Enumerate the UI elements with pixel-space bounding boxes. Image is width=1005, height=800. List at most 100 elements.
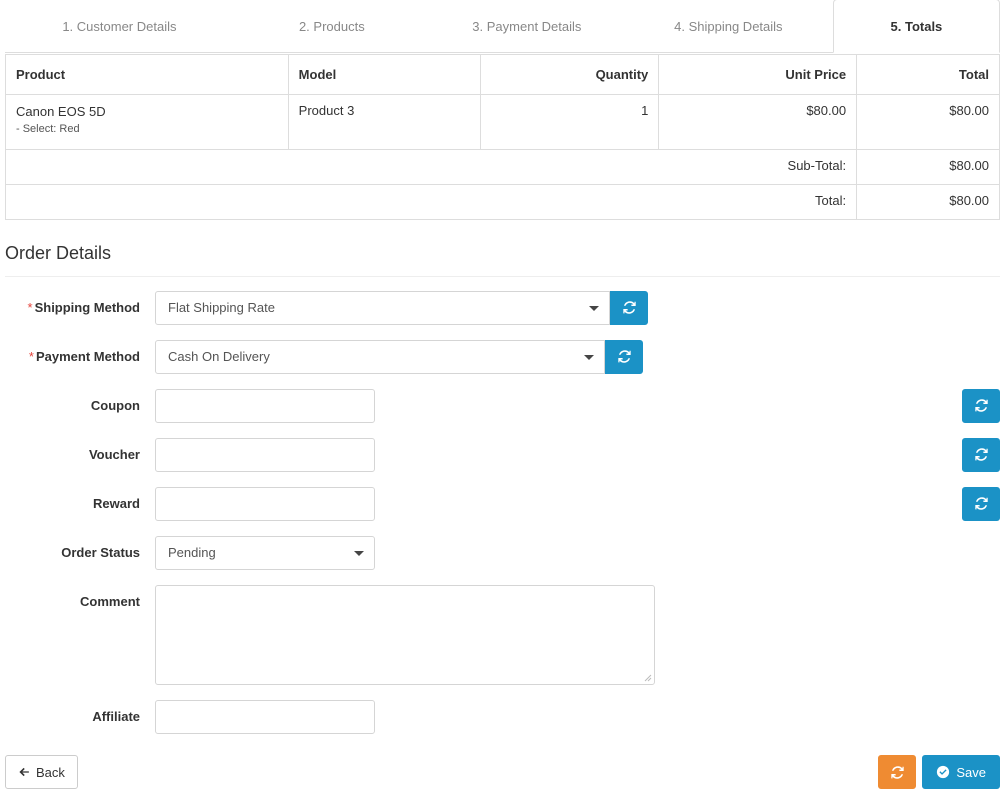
order-status-value: Pending <box>168 545 216 561</box>
label-comment: Comment <box>80 593 140 609</box>
required-marker: * <box>28 348 34 364</box>
cell-product: Canon EOS 5D - Select: Red <box>5 94 289 150</box>
table-head: Product Model Quantity Unit Price Total <box>5 54 1000 95</box>
form-row-order-status: Order Status Pending <box>0 535 1005 570</box>
refresh-totals-button[interactable] <box>878 755 917 789</box>
form-row-payment-method: * Payment Method Cash On Delivery <box>0 339 1005 374</box>
tab-payment-details[interactable]: 3. Payment Details <box>430 0 624 53</box>
refresh-icon <box>974 497 988 510</box>
column-header-total: Total <box>856 54 1000 95</box>
table-body: Canon EOS 5D - Select: Red Product 3 1 $… <box>5 94 1000 150</box>
summary-label-total: Total: <box>4 184 858 220</box>
tab-label: 1. Customer Details <box>62 19 177 34</box>
apply-reward-button[interactable] <box>962 486 1000 521</box>
arrow-left-icon <box>19 767 29 777</box>
affiliate-input[interactable] <box>155 699 375 734</box>
check-circle-icon <box>937 765 950 779</box>
column-header-unit-price: Unit Price <box>658 54 858 95</box>
tab-label: 4. Shipping Details <box>674 19 783 34</box>
summary-value-total: $80.00 <box>856 184 1000 220</box>
label-reward: Reward <box>93 495 140 511</box>
label-coupon: Coupon <box>90 397 140 413</box>
cell-total: $80.00 <box>856 94 1000 150</box>
label-order-status: Order Status <box>61 544 140 560</box>
refresh-icon <box>974 399 988 412</box>
form-row-comment: Comment <box>0 584 1005 685</box>
save-button[interactable]: Save <box>922 755 1000 789</box>
required-marker: * <box>27 299 33 315</box>
column-header-quantity: Quantity <box>480 54 660 95</box>
field-reward <box>155 486 375 521</box>
order-details-form: * Shipping Method Flat Shipping Rate * Pay… <box>0 290 1005 734</box>
apply-coupon-button[interactable] <box>962 388 1000 423</box>
product-option: - Select: Red <box>16 122 80 135</box>
refresh-icon <box>891 765 904 779</box>
label-payment-method: * Payment Method <box>0 340 155 366</box>
tab-label: 3. Payment Details <box>472 19 582 34</box>
summary-row-sub-total: Sub-Total: $80.00 <box>4 149 1000 185</box>
summary-label-sub-total: Sub-Total: <box>4 149 858 185</box>
table-header-row: Product Model Quantity Unit Price Total <box>5 54 1000 95</box>
wizard-tabs-container: 1. Customer Details 2. Products 3. Payme… <box>0 0 1005 54</box>
payment-method-select[interactable]: Cash On Delivery <box>155 339 605 374</box>
cell-model: Product 3 <box>287 94 482 150</box>
order-status-select[interactable]: Pending <box>155 535 375 570</box>
refresh-icon <box>617 350 631 363</box>
label-voucher: Voucher <box>88 446 140 462</box>
payment-method-value: Cash On Delivery <box>168 349 270 365</box>
back-button-label: Back <box>36 764 65 780</box>
back-button[interactable]: Back <box>5 755 78 789</box>
order-products-table: Product Model Quantity Unit Price Total … <box>4 54 1000 220</box>
form-row-voucher: Voucher <box>0 437 1005 472</box>
field-comment <box>155 584 655 685</box>
form-row-shipping-method: * Shipping Method Flat Shipping Rate <box>0 290 1005 325</box>
field-affiliate <box>155 699 375 734</box>
form-row-coupon: Coupon <box>0 388 1005 423</box>
comment-textarea[interactable] <box>155 584 655 685</box>
reward-input[interactable] <box>155 486 375 521</box>
refresh-icon <box>622 301 636 314</box>
table-foot: Sub-Total: $80.00 Total: $80.00 <box>4 149 1000 220</box>
coupon-input[interactable] <box>155 388 375 423</box>
cell-unit-price: $80.00 <box>658 94 858 150</box>
field-payment-method: Cash On Delivery <box>155 339 643 374</box>
form-row-reward: Reward <box>0 486 1005 521</box>
chevron-down-icon <box>589 305 599 311</box>
label-affiliate: Affiliate <box>92 708 140 724</box>
summary-row-total: Total: $80.00 <box>4 184 1000 220</box>
order-details-heading: Order Details <box>5 243 112 263</box>
save-button-label: Save <box>956 764 986 780</box>
field-order-status: Pending <box>155 535 375 570</box>
tab-customer-details[interactable]: 1. Customer Details <box>5 0 234 53</box>
label-text: Payment Method <box>35 348 140 364</box>
tab-products[interactable]: 2. Products <box>234 0 430 53</box>
tab-label: 2. Products <box>298 19 365 34</box>
product-name: Canon EOS 5D <box>16 104 106 119</box>
refresh-shipping-method-button[interactable] <box>610 290 648 325</box>
form-row-affiliate: Affiliate <box>0 699 1005 734</box>
form-footer: Back Save <box>0 754 1005 790</box>
shipping-method-value: Flat Shipping Rate <box>168 300 275 316</box>
summary-value-sub-total: $80.00 <box>856 149 1000 185</box>
table-row: Canon EOS 5D - Select: Red Product 3 1 $… <box>5 94 1000 150</box>
label-text: Shipping Method <box>34 299 140 315</box>
tab-shipping-details[interactable]: 4. Shipping Details <box>624 0 833 53</box>
field-voucher <box>155 437 375 472</box>
column-header-product: Product <box>5 54 289 95</box>
refresh-payment-method-button[interactable] <box>605 339 643 374</box>
chevron-down-icon <box>354 550 364 556</box>
field-shipping-method: Flat Shipping Rate <box>155 290 648 325</box>
refresh-icon <box>974 448 988 461</box>
wizard-tab-list: 1. Customer Details 2. Products 3. Payme… <box>5 0 1000 53</box>
column-header-model: Model <box>287 54 482 95</box>
section-divider <box>5 275 1000 277</box>
chevron-down-icon <box>584 354 594 360</box>
tab-label: 5. Totals <box>890 18 943 34</box>
field-coupon <box>155 388 375 423</box>
tab-totals[interactable]: 5. Totals <box>832 0 1000 53</box>
totals-panel: Product Model Quantity Unit Price Total … <box>0 54 1005 220</box>
voucher-input[interactable] <box>155 437 375 472</box>
shipping-method-select[interactable]: Flat Shipping Rate <box>155 290 610 325</box>
cell-quantity: 1 <box>480 94 660 150</box>
apply-voucher-button[interactable] <box>962 437 1000 472</box>
